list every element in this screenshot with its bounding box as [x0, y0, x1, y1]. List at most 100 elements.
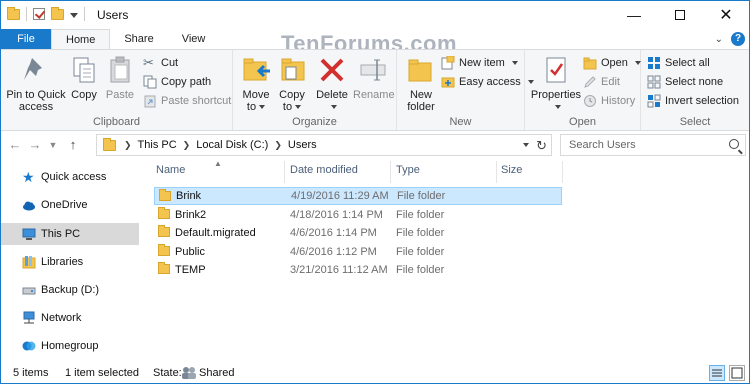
move-to-icon	[240, 54, 272, 86]
folder-icon	[7, 6, 20, 20]
new-group-label: New	[449, 116, 472, 128]
properties-button[interactable]: Properties	[529, 54, 583, 113]
chevron-right-icon[interactable]: ❯	[272, 140, 284, 151]
paste-button[interactable]: Paste	[103, 54, 137, 101]
chevron-down-icon[interactable]	[523, 143, 529, 147]
close-button[interactable]: ✕	[703, 1, 749, 29]
open-button[interactable]: Open	[583, 56, 641, 70]
pin-to-quick-access-button[interactable]: Pin to Quick access	[5, 54, 67, 113]
state-value: Shared	[199, 367, 235, 379]
large-icons-view-icon	[731, 367, 743, 379]
chevron-right-icon[interactable]: ❯	[181, 140, 193, 151]
paste-shortcut-button[interactable]: Paste shortcut	[143, 94, 231, 108]
column-header-name[interactable]: Name	[156, 164, 185, 176]
minimize-button[interactable]: —	[611, 1, 657, 29]
folder-icon	[158, 262, 170, 274]
chevron-down-icon[interactable]: ⌄	[715, 34, 723, 45]
help-icon[interactable]: ?	[731, 32, 745, 46]
breadcrumb-this-pc[interactable]: This PC	[134, 139, 181, 151]
edit-icon	[583, 75, 597, 89]
nav-item-this-pc[interactable]: This PC	[1, 223, 139, 245]
ribbon-tabs: File Home Share View ⌄ ?	[1, 29, 749, 50]
new-item-icon	[441, 55, 455, 70]
tab-home[interactable]: Home	[51, 29, 111, 50]
nav-item-quick-access[interactable]: ★ Quick access	[1, 166, 139, 188]
up-button[interactable]: ↑	[65, 137, 81, 152]
nav-item-backup-d[interactable]: Backup (D:)	[1, 279, 139, 301]
paste-icon	[104, 54, 136, 86]
breadcrumb-local-disk[interactable]: Local Disk (C:)	[192, 139, 272, 151]
history-button[interactable]: History	[583, 94, 635, 108]
table-row[interactable]: Public 4/6/2016 1:12 PM File folder	[154, 243, 562, 261]
select-none-icon	[647, 75, 661, 89]
cut-button[interactable]: ✂ Cut	[143, 56, 178, 70]
copy-icon	[68, 54, 100, 86]
properties-qat-icon[interactable]	[33, 8, 45, 20]
breadcrumb-users[interactable]: Users	[284, 139, 321, 151]
column-header-size[interactable]: Size	[501, 164, 522, 176]
maximize-button[interactable]	[657, 1, 703, 29]
new-item-button[interactable]: New item	[441, 55, 518, 70]
new-folder-button[interactable]: New folder	[403, 54, 439, 113]
column-divider[interactable]	[496, 161, 497, 183]
delete-button[interactable]: Delete	[315, 54, 349, 113]
cloud-icon	[22, 198, 36, 212]
details-view-button[interactable]	[709, 365, 725, 381]
nav-item-onedrive[interactable]: OneDrive	[1, 194, 139, 216]
star-icon: ★	[22, 169, 35, 185]
nav-item-homegroup[interactable]: Homegroup	[1, 335, 139, 357]
organize-group-label: Organize	[292, 116, 337, 128]
large-icons-view-button[interactable]	[729, 365, 745, 381]
search-input[interactable]	[561, 135, 721, 155]
clipboard-group-label: Clipboard	[92, 116, 141, 128]
column-divider[interactable]	[284, 161, 285, 183]
rename-button[interactable]: Rename	[353, 54, 395, 101]
easy-access-button[interactable]: Easy access	[441, 75, 534, 89]
back-button[interactable]: ←	[7, 137, 23, 152]
column-header-date[interactable]: Date modified	[290, 164, 358, 176]
toolbar-divider	[26, 7, 27, 21]
customize-qat-icon[interactable]	[70, 13, 78, 18]
select-all-button[interactable]: Select all	[647, 56, 710, 70]
nav-item-network[interactable]: Network	[1, 307, 139, 329]
column-header-type[interactable]: Type	[396, 164, 420, 176]
search-box[interactable]	[560, 134, 746, 156]
ribbon: Pin to Quick access Copy Paste ✂ Cut Cop…	[1, 49, 749, 131]
table-row[interactable]: Brink 4/19/2016 11:29 AM File folder	[154, 187, 562, 205]
new-folder-qat-icon[interactable]	[51, 6, 64, 20]
scissors-icon: ✂	[143, 55, 154, 70]
window-title: Users	[97, 8, 129, 22]
move-to-button[interactable]: Move to	[239, 54, 273, 113]
address-bar[interactable]: ❯ This PC ❯ Local Disk (C:) ❯ Users ↻	[96, 134, 552, 156]
organize-group: Move to Copy to Delete Rename Organize	[233, 50, 397, 130]
tab-file[interactable]: File	[1, 29, 51, 49]
table-row[interactable]: Brink2 4/18/2016 1:14 PM File folder	[154, 206, 562, 224]
copy-to-button[interactable]: Copy to	[275, 54, 309, 113]
copy-path-button[interactable]: Copy path	[143, 75, 211, 89]
shared-users-icon	[181, 366, 197, 382]
easy-access-icon	[441, 75, 455, 89]
rename-icon	[357, 54, 389, 86]
navigation-pane: ★ Quick access OneDrive This PC Librarie…	[1, 159, 139, 359]
table-row[interactable]: Default.migrated 4/6/2016 1:14 PM File f…	[154, 224, 562, 242]
chevron-down-icon	[511, 61, 518, 65]
edit-button[interactable]: Edit	[583, 75, 620, 89]
column-divider[interactable]	[390, 161, 391, 183]
select-none-button[interactable]: Select none	[647, 75, 723, 89]
toolbar-divider	[84, 7, 85, 21]
explorer-window: Users — ✕ TenForums.com File Home Share …	[0, 0, 750, 384]
delete-icon	[316, 54, 348, 86]
refresh-icon[interactable]: ↻	[536, 138, 547, 154]
copy-button[interactable]: Copy	[67, 54, 101, 101]
invert-selection-icon	[647, 94, 661, 108]
table-row[interactable]: TEMP 3/21/2016 11:12 AM File folder	[154, 261, 562, 279]
tab-view[interactable]: View	[168, 29, 220, 49]
nav-item-libraries[interactable]: Libraries	[1, 251, 139, 273]
history-icon	[583, 94, 597, 108]
item-count: 5 items	[13, 367, 49, 379]
recent-locations-button[interactable]: ▼	[45, 140, 61, 150]
column-divider[interactable]	[562, 161, 563, 183]
invert-selection-button[interactable]: Invert selection	[647, 94, 739, 108]
forward-button[interactable]: →	[27, 137, 43, 152]
tab-share[interactable]: Share	[110, 29, 167, 49]
